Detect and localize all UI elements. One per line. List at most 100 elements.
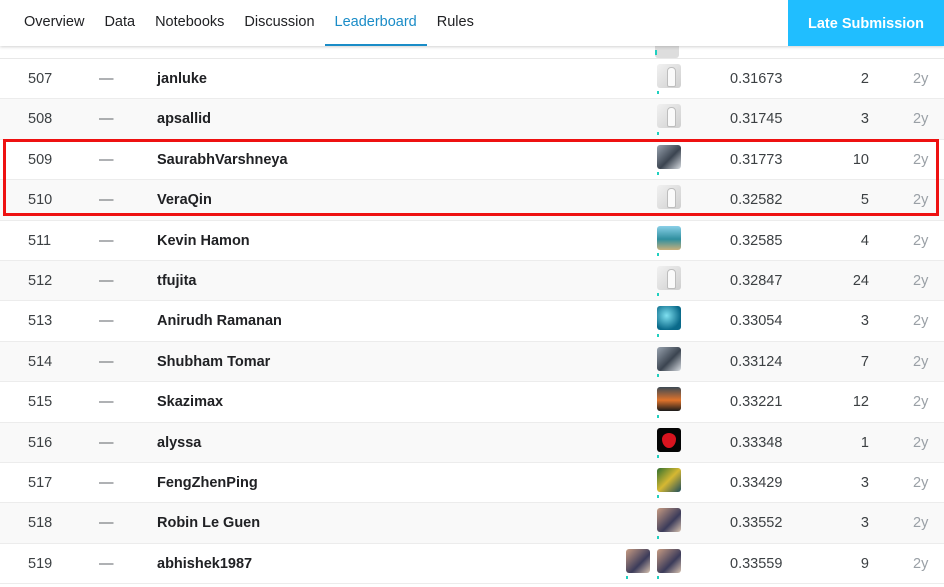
table-row[interactable]: 508 — apsallid 0.31745 3 2y: [0, 99, 944, 140]
photo-avatar-icon[interactable]: [657, 346, 681, 371]
people-avatar-icon[interactable]: [657, 508, 681, 533]
rank-cell: 517: [28, 474, 53, 491]
medal-marker: [657, 333, 659, 337]
score-cell: 0.32847: [730, 272, 783, 289]
last-submission-cell: 2y: [913, 71, 929, 87]
table-row[interactable]: 514 — Shubham Tomar 0.33124 7 2y: [0, 341, 944, 383]
rank-cell: 519: [28, 555, 53, 572]
people-avatar-icon[interactable]: [657, 548, 681, 573]
tab-discussion[interactable]: Discussion: [234, 0, 324, 46]
tab-rules[interactable]: Rules: [427, 0, 484, 46]
medal-marker: [657, 131, 659, 135]
team-name-link[interactable]: janluke: [157, 71, 207, 87]
team-name-link[interactable]: SaurabhVarshneya: [157, 152, 288, 168]
table-row[interactable]: 512 — tfujita 0.32847 24 2y: [0, 260, 944, 302]
table-row[interactable]: 510 — VeraQin 0.32582 5 2y: [0, 180, 944, 221]
goose-avatar-icon[interactable]: [657, 64, 681, 88]
photo-avatar-icon[interactable]: [657, 144, 681, 169]
goose-avatar-icon[interactable]: [657, 185, 681, 210]
tab-overview[interactable]: Overview: [0, 0, 94, 46]
team-name-link[interactable]: Shubham Tomar: [157, 354, 270, 370]
last-submission-cell: 2y: [913, 555, 929, 572]
rank-change-cell: —: [99, 151, 114, 168]
rank-cell: 512: [28, 272, 53, 289]
medal-marker: [657, 535, 659, 539]
team-name-link[interactable]: VeraQin: [157, 192, 212, 208]
entries-cell: 2: [860, 71, 869, 87]
sunset-avatar-icon[interactable]: [657, 387, 681, 412]
team-name-link[interactable]: alyssa: [157, 435, 201, 451]
table-row[interactable]: 515 — Skazimax 0.33221 12 2y: [0, 382, 944, 423]
table-row[interactable]: 518 — Robin Le Guen 0.33552 3 2y: [0, 503, 944, 544]
team-name-link[interactable]: abhishek1987: [157, 556, 252, 572]
strawberry-avatar-icon[interactable]: [657, 427, 681, 452]
entries-cell: 3: [860, 313, 869, 330]
team-name-link[interactable]: Kevin Hamon: [157, 233, 250, 249]
last-submission-cell: 2y: [913, 151, 929, 168]
rank-cell: 513: [28, 313, 53, 330]
rank-change-cell: —: [99, 111, 114, 128]
score-cell: 0.33348: [730, 434, 783, 451]
last-submission-cell: 2y: [913, 313, 929, 330]
score-cell: 0.31745: [730, 111, 783, 128]
rank-change-cell: —: [99, 515, 114, 532]
table-row[interactable]: 517 — FengZhenPing 0.33429 3 2y: [0, 463, 944, 504]
late-submission-button[interactable]: Late Submission: [788, 0, 944, 46]
table-row[interactable]: 513 — Anirudh Ramanan 0.33054 3 2y: [0, 301, 944, 342]
last-submission-cell: 2y: [913, 111, 929, 128]
score-cell: 0.31673: [730, 71, 783, 87]
last-submission-cell: 2y: [913, 272, 929, 289]
team-name-link[interactable]: Anirudh Ramanan: [157, 313, 282, 329]
entries-cell: 4: [860, 232, 869, 249]
score-cell: 0.33124: [730, 353, 783, 370]
rank-cell: 508: [28, 111, 53, 128]
medal-marker: [657, 212, 659, 216]
leaf-avatar-icon[interactable]: [657, 467, 681, 492]
table-row[interactable]: 509 — SaurabhVarshneya 0.31773 10 2y: [0, 140, 944, 181]
entries-cell: 10: [852, 151, 869, 168]
medal-marker: [657, 414, 659, 418]
tab-data[interactable]: Data: [94, 0, 145, 46]
team-name-link[interactable]: Skazimax: [157, 394, 223, 410]
water-avatar-icon[interactable]: [657, 306, 681, 331]
people-avatar-icon[interactable]: [626, 548, 650, 573]
table-row[interactable]: 507 — janluke 0.31673 2 2y: [0, 59, 944, 100]
entries-cell: 1: [860, 434, 869, 451]
last-submission-cell: 2y: [913, 192, 929, 209]
medal-marker: [657, 454, 659, 458]
team-name-link[interactable]: apsallid: [157, 111, 211, 127]
goose-shape: [667, 268, 676, 289]
score-cell: 0.32582: [730, 192, 783, 209]
medal-marker: [655, 50, 657, 55]
tab-leaderboard[interactable]: Leaderboard: [324, 0, 427, 46]
goose-avatar-icon[interactable]: [657, 265, 681, 290]
last-submission-cell: 2y: [913, 434, 929, 451]
medal-marker: [657, 252, 659, 256]
medal-marker: [657, 293, 659, 297]
table-row[interactable]: 511 — Kevin Hamon 0.32585 4 2y: [0, 221, 944, 261]
goose-shape: [667, 188, 676, 209]
rank-change-cell: —: [99, 192, 114, 209]
table-row[interactable]: 516 — alyssa 0.33348 1 2y: [0, 422, 944, 463]
rank-cell: 514: [28, 353, 53, 370]
entries-cell: 3: [860, 474, 869, 491]
rank-change-cell: —: [99, 434, 114, 451]
goose-avatar-icon[interactable]: [657, 104, 681, 129]
rank-change-cell: —: [99, 353, 114, 370]
rank-cell: 518: [28, 515, 53, 532]
rank-change-cell: —: [99, 71, 114, 87]
score-cell: 0.33221: [730, 394, 783, 411]
rank-change-cell: —: [99, 313, 114, 330]
team-name-link[interactable]: Robin Le Guen: [157, 515, 260, 531]
score-cell: 0.33552: [730, 515, 783, 532]
team-name-link[interactable]: FengZhenPing: [157, 475, 258, 491]
tab-notebooks[interactable]: Notebooks: [145, 0, 234, 46]
table-row[interactable]: 519 — abhishek1987 0.33559 9 2y: [0, 544, 944, 585]
entries-cell: 3: [860, 111, 869, 128]
rank-cell: 516: [28, 434, 53, 451]
team-name-link[interactable]: tfujita: [157, 273, 196, 289]
entries-cell: 7: [860, 353, 869, 370]
last-submission-cell: 2y: [913, 394, 929, 411]
beach-avatar-icon[interactable]: [657, 225, 681, 250]
entries-cell: 3: [860, 515, 869, 532]
